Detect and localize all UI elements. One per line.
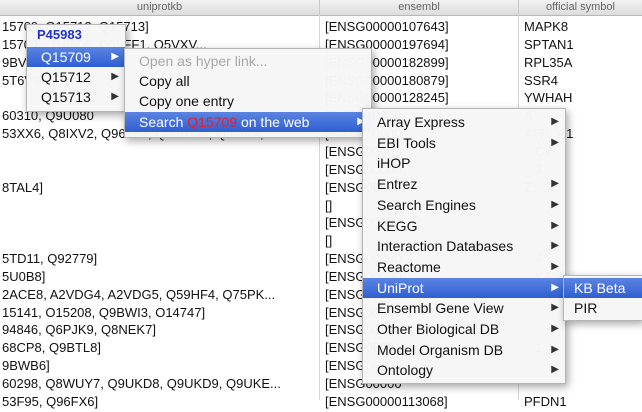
- uniprot-id-menu: P45983 Q15709 ▶ Q15712 ▶ Q15713 ▶: [26, 24, 126, 112]
- menu-item-kb-beta[interactable]: KB Beta: [564, 278, 642, 298]
- menu-item-model-organism-db[interactable]: Model Organism DB ▶: [363, 340, 565, 360]
- web-resources-menu: Array Express ▶ EBI Tools ▶ iHOP Entrez ▶ Searc…: [362, 108, 566, 384]
- menu-item-ebi-tools[interactable]: EBI Tools ▶: [363, 133, 565, 153]
- menu-item-label: UniProt: [377, 279, 424, 296]
- menu-item-label: Interaction Databases: [377, 238, 514, 255]
- menu-title-id: P45983: [37, 27, 82, 42]
- menu-item-ihop[interactable]: iHOP: [363, 153, 565, 173]
- submenu-arrow-icon: ▶: [551, 364, 559, 376]
- menu-item-label: Search Q15709 on the web: [139, 112, 309, 132]
- submenu-arrow-icon: ▶: [551, 136, 559, 148]
- menu-item-label: KB Beta: [574, 280, 626, 296]
- submenu-arrow-icon: ▶: [551, 281, 559, 293]
- symbol-cell: PFDN1: [524, 393, 567, 409]
- search-prefix: Search: [139, 114, 188, 130]
- column-header-uniprotkb[interactable]: uniprotkb: [0, 0, 320, 15]
- menu-item-other-biological-db[interactable]: Other Biological DB ▶: [363, 319, 565, 339]
- menu-item-label: Copy all: [139, 73, 190, 89]
- submenu-arrow-icon: ▶: [551, 260, 559, 272]
- menu-item-copy-one-entry[interactable]: Copy one entry: [125, 91, 371, 111]
- submenu-arrow-icon: ▶: [111, 51, 119, 62]
- menu-item-interaction-databases[interactable]: Interaction Databases ▶: [363, 236, 565, 256]
- menu-item-label: Entrez: [377, 176, 418, 193]
- menu-item-search-engines[interactable]: Search Engines ▶: [363, 195, 565, 215]
- submenu-arrow-icon: ▶: [551, 302, 559, 314]
- menu-item-ensembl-gene-view[interactable]: Ensembl Gene View ▶: [363, 298, 565, 318]
- menu-item-reactome[interactable]: Reactome ▶: [363, 257, 565, 277]
- uniprot-cell: 53F95, Q96FX6]: [2, 393, 99, 409]
- menu-item-pir[interactable]: PIR: [564, 298, 642, 318]
- search-suffix: on the web: [237, 114, 310, 130]
- menu-item-label: Reactome: [377, 258, 441, 275]
- menu-item-label: Array Express: [377, 114, 465, 130]
- column-header-ensembl[interactable]: ensembl: [320, 0, 519, 15]
- submenu-arrow-icon: ▶: [111, 71, 119, 82]
- menu-item-label: Q15712: [41, 69, 91, 85]
- menu-item-label: Q15709: [41, 49, 91, 65]
- table-row[interactable]: 53F95, Q96FX6] [ENSG00000113068] PFDN1: [0, 391, 642, 412]
- menu-item-ontology[interactable]: Ontology ▶: [363, 360, 565, 380]
- submenu-arrow-icon: ▶: [551, 323, 559, 334]
- submenu-arrow-icon: ▶: [551, 219, 559, 231]
- uniprot-submenu: KB Beta PIR: [563, 275, 642, 321]
- menu-item-entrez[interactable]: Entrez ▶: [363, 174, 565, 194]
- menu-item-search-web[interactable]: Search Q15709 on the web ▶: [125, 112, 371, 132]
- menu-item-label: iHOP: [377, 155, 411, 172]
- menu-item-label: Open as hyper link...: [139, 53, 268, 69]
- menu-item-label: Copy one entry: [139, 93, 234, 109]
- submenu-arrow-icon: ▶: [551, 240, 559, 252]
- submenu-arrow-icon: ▶: [551, 116, 559, 127]
- search-id: Q15709: [187, 114, 238, 130]
- menu-item-copy-all[interactable]: Copy all: [125, 71, 371, 91]
- menu-item-label: Model Organism DB: [377, 341, 504, 358]
- submenu-arrow-icon: ▶: [551, 178, 559, 190]
- submenu-arrow-icon: ▶: [111, 91, 119, 102]
- menu-item-label: Q15713: [41, 89, 91, 105]
- menu-item-open-hyperlink: Open as hyper link...: [125, 51, 371, 71]
- submenu-arrow-icon: ▶: [551, 343, 559, 355]
- id-actions-menu: Open as hyper link... Copy all Copy one …: [124, 48, 372, 138]
- submenu-arrow-icon: ▶: [551, 198, 559, 210]
- menu-item-q15713[interactable]: Q15713 ▶: [27, 87, 125, 107]
- menu-item-label: Ensembl Gene View: [377, 300, 504, 317]
- ensembl-cell: [ENSG00000113068]: [325, 393, 448, 409]
- menu-item-q15712[interactable]: Q15712 ▶: [27, 67, 125, 87]
- menu-item-array-express[interactable]: Array Express ▶: [363, 112, 565, 132]
- menu-item-label: PIR: [574, 300, 598, 316]
- menu-item-q15709[interactable]: Q15709 ▶: [27, 47, 125, 67]
- column-header-official-symbol[interactable]: official symbol: [519, 0, 642, 15]
- menu-item-kegg[interactable]: KEGG ▶: [363, 216, 565, 236]
- menu-item-label: KEGG: [377, 217, 418, 234]
- menu-item-uniprot[interactable]: UniProt ▶: [363, 277, 565, 298]
- menu-item-label: Ontology: [377, 362, 434, 379]
- table-header: uniprotkb ensembl official symbol: [0, 0, 642, 16]
- menu-item-label: Other Biological DB: [377, 321, 500, 337]
- menu-item-label: Search Engines: [377, 196, 476, 213]
- menu-item-label: EBI Tools: [377, 134, 436, 151]
